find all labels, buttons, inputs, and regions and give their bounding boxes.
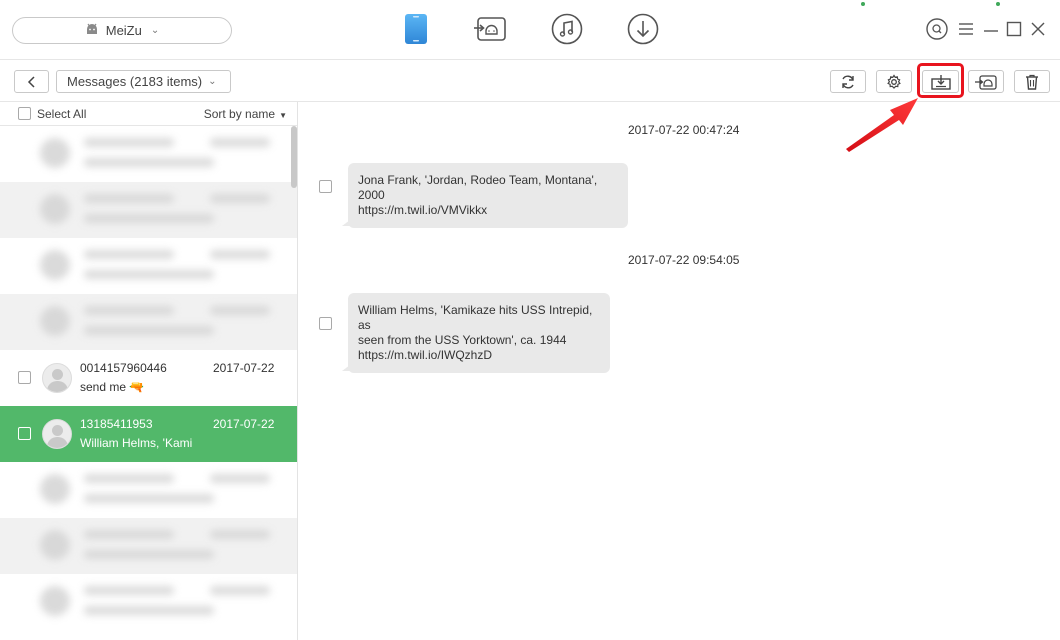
message-line: seen from the USS Yorktown', ca. 1944 [358,333,567,347]
contact-number: 13185411953 [80,417,153,431]
message-checkbox[interactable] [319,180,332,193]
message-checkbox[interactable] [319,317,332,330]
phone-icon[interactable] [399,12,433,46]
top-bar: MeiZu ⌄ [0,0,1060,60]
category-label: Messages (2183 items) [67,74,203,89]
avatar [42,363,72,393]
list-item[interactable] [0,574,297,630]
conversation-pane: 2017-07-22 00:47:24 Jona Frank, 'Jordan,… [299,102,1060,640]
message-date: 2017-07-22 [213,417,275,431]
list-header: Select All Sort by name ▼ [0,102,297,126]
avatar [42,419,72,449]
list-item[interactable] [0,126,297,182]
delete-button[interactable] [1014,70,1050,93]
back-button[interactable] [14,70,49,93]
select-all-label: Select All [37,106,87,121]
list-item[interactable] [0,518,297,574]
chevron-down-icon: ⌄ [208,76,217,87]
item-checkbox[interactable] [18,427,31,440]
message-timestamp: 2017-07-22 09:54:05 [628,253,740,267]
settings-button[interactable] [876,70,912,93]
item-checkbox[interactable] [18,371,31,384]
highlight-box [917,63,964,98]
message-timestamp: 2017-07-22 00:47:24 [628,123,740,137]
search-icon[interactable] [926,18,948,40]
status-dot [996,2,1000,6]
list-item[interactable] [0,182,297,238]
android-transfer-icon[interactable] [474,12,508,46]
message-list-pane: Select All Sort by name ▼ 0014157960446 2… [0,102,298,640]
status-dot [861,2,865,6]
android-icon [85,23,99,38]
device-selector[interactable]: MeiZu ⌄ [12,17,232,44]
message-line: https://m.twil.io/VMVikkx [358,203,488,217]
minimize-icon[interactable] [981,19,1001,39]
close-icon[interactable] [1028,19,1048,39]
category-selector[interactable]: Messages (2183 items) ⌄ [56,70,231,93]
list-item-selected[interactable]: 13185411953 2017-07-22 William Helms, 'K… [0,406,297,462]
export-to-device-button[interactable] [968,70,1004,93]
message-bubble: Jona Frank, 'Jordan, Rodeo Team, Montana… [342,163,628,228]
list-item[interactable]: 0014157960446 2017-07-22 send me 🔫 [0,350,297,406]
download-icon[interactable] [626,12,660,46]
settings-icon [887,73,901,89]
export-to-device-icon [975,74,997,90]
list-item[interactable] [0,238,297,294]
contact-number: 0014157960446 [80,361,167,375]
caret-down-icon: ▼ [279,111,287,120]
sort-label: Sort by name [203,107,276,121]
refresh-button[interactable] [830,70,866,93]
message-preview: William Helms, 'Kami [80,436,193,450]
message-line: William Helms, 'Kamikaze hits USS Intrep… [358,303,593,332]
message-date: 2017-07-22 [213,361,275,375]
trash-icon [1026,74,1038,90]
message-line: Jona Frank, 'Jordan, Rodeo Team, Montana… [358,173,598,202]
list-item[interactable] [0,462,297,518]
device-name: MeiZu [105,23,142,38]
select-all-checkbox[interactable] [18,107,31,120]
menu-icon[interactable] [956,19,976,39]
refresh-icon [842,75,854,88]
message-preview: send me 🔫 [80,380,145,394]
list-item[interactable] [0,294,297,350]
chevron-left-icon [27,75,35,88]
sort-dropdown[interactable]: Sort by name ▼ [204,107,287,121]
message-line: https://m.twil.io/IWQzhzD [358,348,493,362]
chevron-down-icon: ⌄ [150,25,160,36]
message-bubble: William Helms, 'Kamikaze hits USS Intrep… [342,293,610,373]
scrollbar-thumb[interactable] [291,126,297,188]
maximize-icon[interactable] [1004,19,1024,39]
music-icon[interactable] [550,12,584,46]
